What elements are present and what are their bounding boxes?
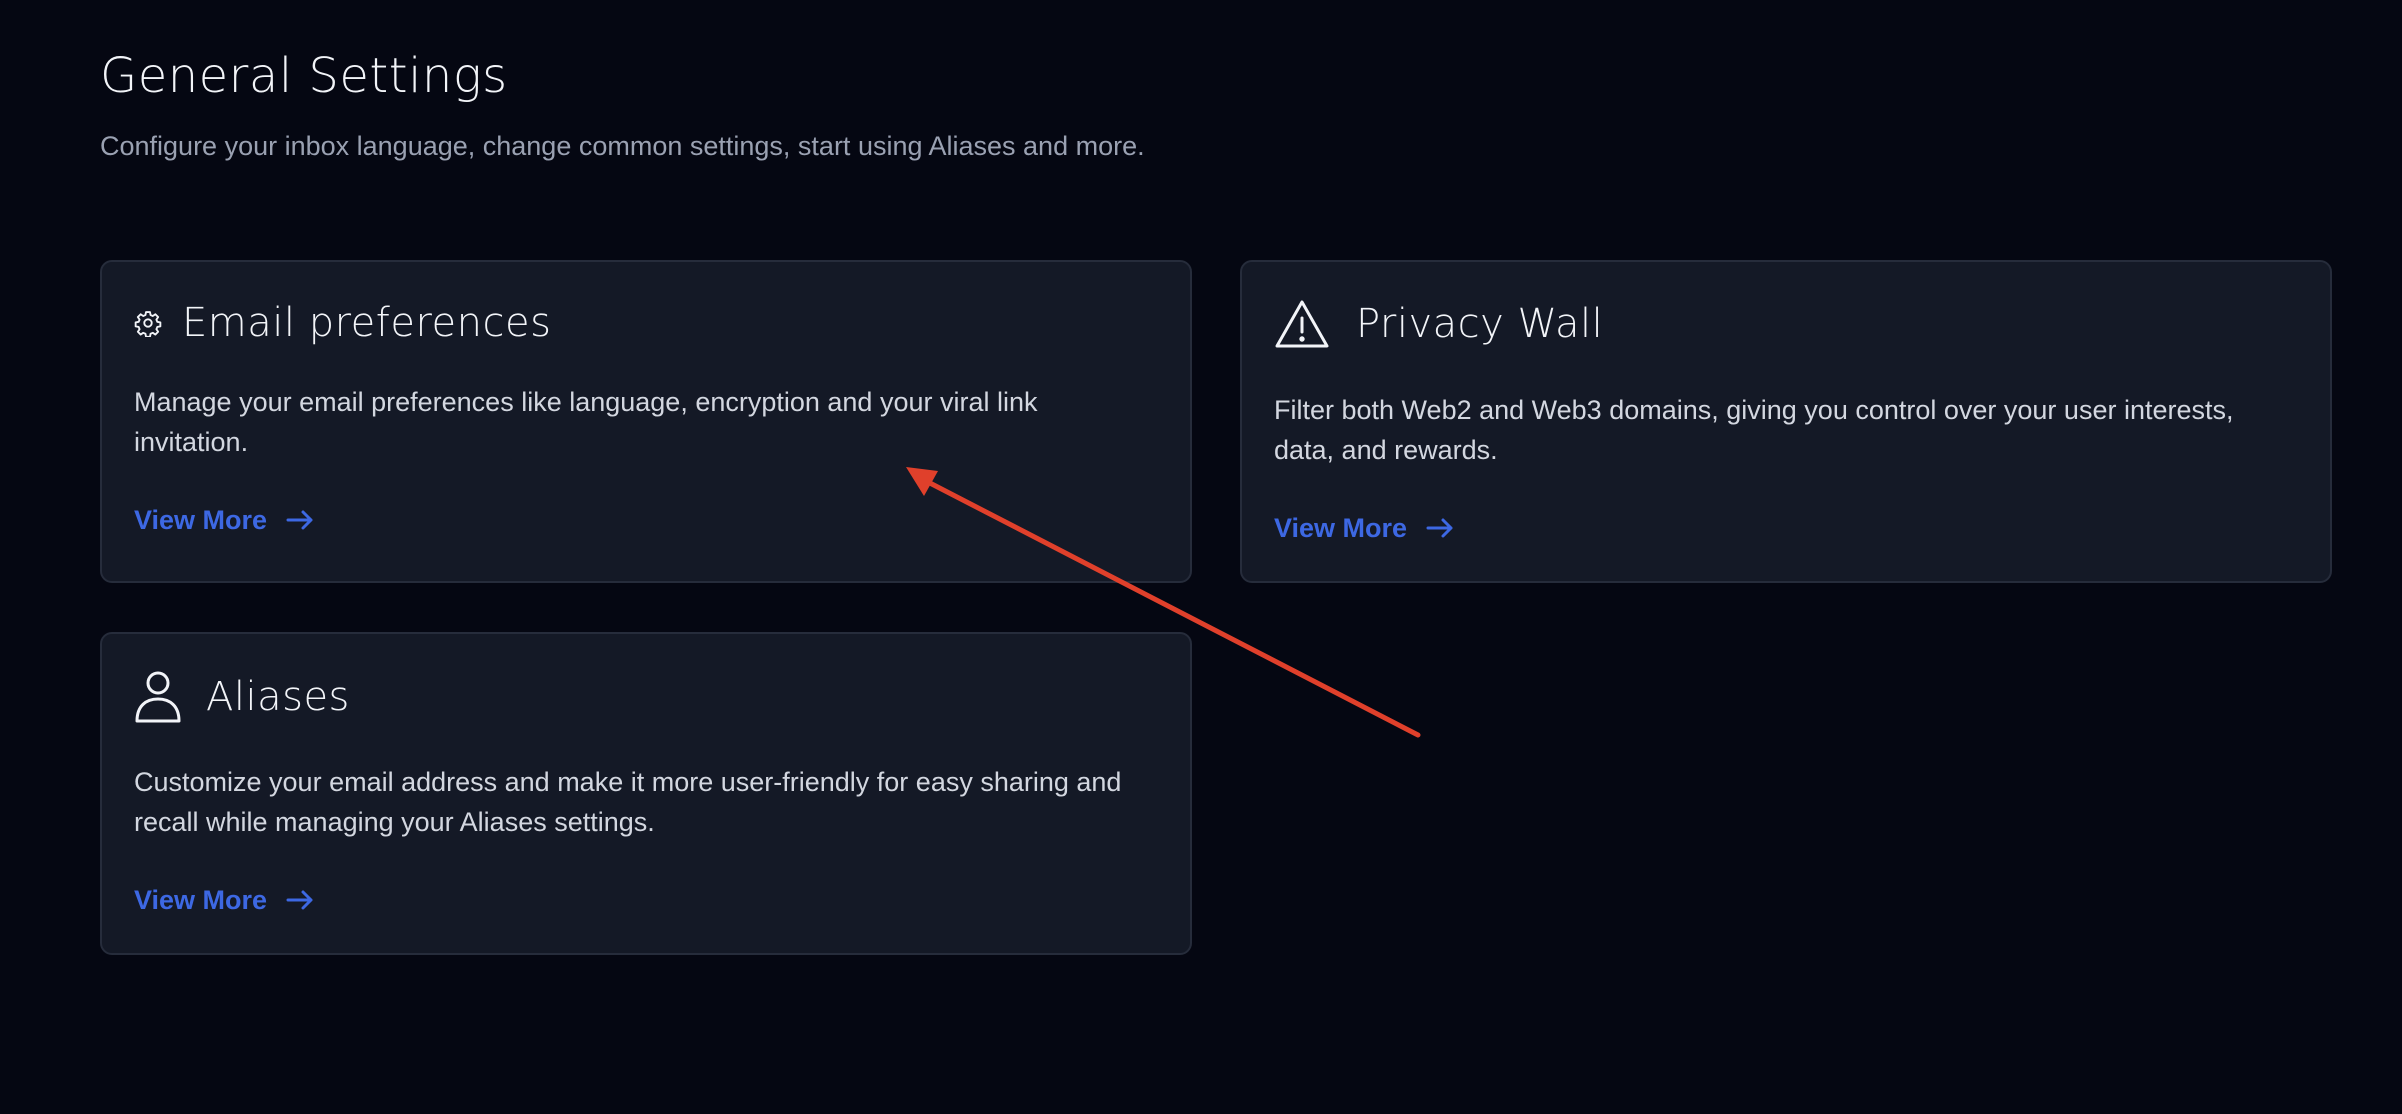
- view-more-label: View More: [1274, 513, 1408, 543]
- arrow-right-icon: [267, 508, 315, 532]
- general-settings-page: General Settings Configure your inbox la…: [0, 0, 2402, 1114]
- privacy-wall-view-more-link[interactable]: View More: [1274, 508, 1455, 548]
- card-header: Aliases: [134, 670, 350, 724]
- page-subtitle: Configure your inbox language, change co…: [100, 131, 1145, 161]
- gear-icon: [134, 309, 162, 337]
- card-header: Privacy Wall: [1274, 298, 1603, 350]
- card-header: Email preferences: [134, 298, 551, 348]
- view-more-label: View More: [134, 505, 268, 535]
- user-icon: [134, 670, 182, 724]
- card-description: Filter both Web2 and Web3 domains, givin…: [1274, 395, 2234, 465]
- card-title: Aliases: [206, 674, 350, 720]
- arrow-right-icon: [267, 888, 315, 912]
- email-preferences-card: Email preferences Manage your email pref…: [100, 260, 1192, 583]
- page-header: General Settings Configure your inbox la…: [100, 40, 1145, 166]
- arrow-right-icon: [1407, 516, 1455, 540]
- card-title: Privacy Wall: [1356, 301, 1604, 347]
- card-description: Customize your email address and make it…: [134, 767, 1122, 837]
- privacy-wall-card: Privacy Wall Filter both Web2 and Web3 d…: [1240, 260, 2332, 583]
- view-more-label: View More: [134, 885, 268, 915]
- email-preferences-view-more-link[interactable]: View More: [134, 500, 315, 540]
- page-title: General Settings: [100, 48, 508, 104]
- aliases-card: Aliases Customize your email address and…: [100, 632, 1192, 955]
- card-title: Email preferences: [182, 300, 552, 346]
- warning-triangle-icon: [1274, 298, 1330, 350]
- aliases-view-more-link[interactable]: View More: [134, 880, 315, 920]
- card-description: Manage your email preferences like langu…: [134, 387, 1038, 457]
